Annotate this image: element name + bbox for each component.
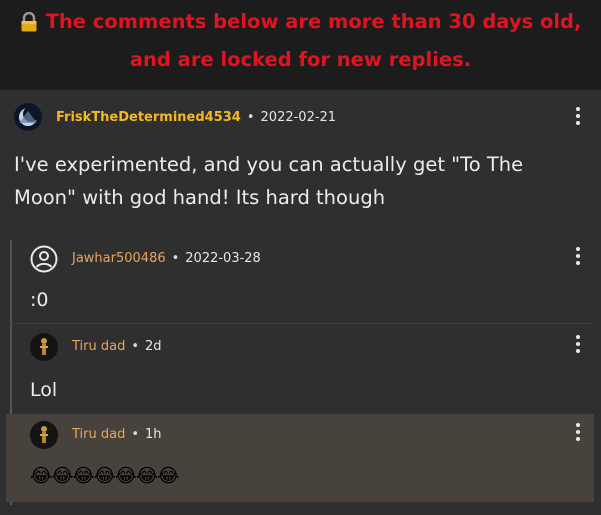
moon-avatar-icon[interactable]: [14, 103, 42, 131]
reply-1-date: 2022-03-28: [185, 251, 261, 266]
reply-2-text: Lol: [30, 379, 58, 401]
reply-3-username[interactable]: Tiru dad: [72, 427, 125, 442]
reply-2-username[interactable]: Tiru dad: [72, 339, 125, 354]
meta-separator: •: [131, 427, 140, 442]
comment-text-line-2: Moon" with god hand! Its hard though: [14, 186, 386, 209]
comment-username[interactable]: FriskTheDetermined4534: [56, 110, 241, 125]
reply-3-text: 😂😂😂😂😂😂😂: [30, 465, 179, 487]
meta-separator: •: [131, 339, 140, 354]
comment-date: 2022-02-21: [260, 110, 337, 125]
banner-text-line-2: and are locked for new replies.: [129, 48, 472, 71]
reply-3-date: 1h: [145, 427, 162, 442]
divider: [10, 323, 594, 324]
more-options-icon[interactable]: [571, 246, 585, 266]
reply-3-meta: Tiru dad • 1h: [72, 427, 162, 442]
comment-meta: FriskTheDetermined4534 • 2022-02-21: [56, 110, 336, 125]
banner-line-1: The comments below are more than 30 days…: [0, 3, 601, 41]
reply-2-date: 2d: [145, 339, 162, 354]
default-user-icon[interactable]: [30, 245, 58, 273]
reply-1-text: :0: [30, 289, 49, 311]
banner-text-line-1: The comments below are more than 30 days…: [45, 10, 582, 33]
comment-text: I've experimented, and you can actually …: [14, 148, 523, 214]
meta-separator: •: [171, 251, 180, 266]
more-options-icon[interactable]: [571, 106, 585, 126]
comments-page: The comments below are more than 30 days…: [0, 0, 601, 515]
reply-1-username[interactable]: Jawhar500486: [72, 251, 166, 266]
meta-separator: •: [246, 110, 255, 125]
lock-icon: [20, 12, 38, 32]
comment-text-line-1: I've experimented, and you can actually …: [14, 153, 524, 176]
more-options-icon[interactable]: [571, 334, 585, 354]
reply-1-meta: Jawhar500486 • 2022-03-28: [72, 251, 261, 266]
figure-avatar-icon[interactable]: [30, 421, 58, 449]
figure-avatar-icon[interactable]: [30, 333, 58, 361]
more-options-icon[interactable]: [571, 422, 585, 442]
reply-2-meta: Tiru dad • 2d: [72, 339, 162, 354]
locked-banner: The comments below are more than 30 days…: [0, 0, 601, 90]
